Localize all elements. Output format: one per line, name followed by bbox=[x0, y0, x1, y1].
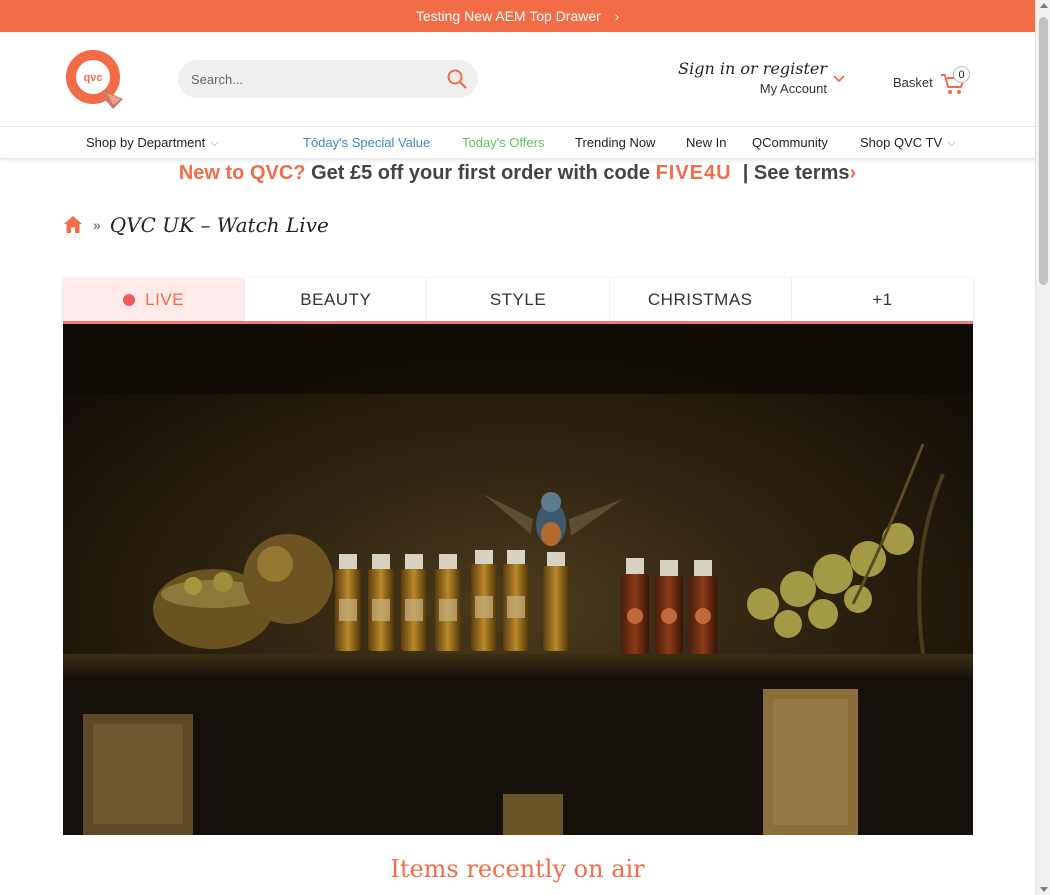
promo-banner[interactable]: New to QVC? Get £5 off your first order … bbox=[0, 162, 1035, 192]
live-video-player[interactable] bbox=[63, 324, 973, 835]
tab-style-label: STYLE bbox=[489, 289, 547, 309]
account-menu[interactable]: Sign in or register My Account bbox=[678, 57, 852, 97]
chevron-down-icon: ⌵ bbox=[947, 137, 956, 149]
items-recently-on-air-heading: Items recently on air bbox=[390, 855, 645, 883]
nav-new-in[interactable]: New In bbox=[686, 135, 726, 150]
scroll-down-icon[interactable] bbox=[1040, 887, 1048, 892]
nav-department-label: Shop by Department bbox=[86, 135, 206, 150]
chevron-down-icon: ⌵ bbox=[210, 137, 219, 149]
promo-new-to-qvc: New to QVC? bbox=[178, 162, 306, 184]
see-terms-link[interactable]: | See terms bbox=[743, 162, 850, 184]
channel-tabs: LIVE BEAUTY STYLE CHRISTMAS +1 bbox=[63, 278, 974, 324]
promo-code: FIVE4U bbox=[655, 162, 732, 184]
basket-count-badge: 0 bbox=[953, 66, 970, 83]
search-box bbox=[178, 60, 478, 98]
scrollbar-thumb[interactable] bbox=[1039, 17, 1048, 285]
main-navigation: Shop by Department ⌵ Tōday's Special Valu… bbox=[0, 126, 1035, 159]
chevron-down-icon[interactable] bbox=[833, 71, 845, 83]
tab-beauty[interactable]: BEAUTY bbox=[245, 278, 428, 321]
top-drawer-banner[interactable]: Testing New AEM Top Drawer › bbox=[0, 0, 1035, 32]
search-input[interactable] bbox=[191, 69, 431, 89]
chevron-right-icon: › bbox=[614, 8, 620, 24]
tab-plus-one[interactable]: +1 bbox=[791, 278, 974, 321]
tab-christmas[interactable]: CHRISTMAS bbox=[609, 278, 792, 321]
nav-shop-by-department[interactable]: Shop by Department ⌵ bbox=[86, 135, 219, 151]
tab-style[interactable]: STYLE bbox=[427, 278, 610, 321]
nav-trending-now[interactable]: Trending Now bbox=[575, 135, 655, 150]
promo-offer-text: Get £5 off your first order with code bbox=[311, 162, 650, 184]
tab-plus-one-label: +1 bbox=[872, 289, 893, 309]
nav-qcommunity[interactable]: QCommunity bbox=[752, 135, 828, 150]
scroll-up-icon[interactable] bbox=[1040, 3, 1048, 8]
breadcrumb-separator: » bbox=[93, 217, 101, 233]
sign-in-link[interactable]: Sign in or register bbox=[678, 59, 827, 78]
page-title: QVC UK – Watch Live bbox=[109, 213, 329, 237]
tab-live[interactable]: LIVE bbox=[63, 278, 246, 321]
home-icon[interactable] bbox=[63, 215, 83, 235]
top-drawer-text: Testing New AEM Top Drawer bbox=[415, 8, 601, 24]
breadcrumb: » QVC UK – Watch Live bbox=[63, 210, 329, 240]
site-header: qvc Sign in or register My Account Baske… bbox=[0, 32, 1035, 126]
chevron-right-icon: › bbox=[849, 162, 857, 184]
basket-label: Basket bbox=[893, 75, 933, 90]
tab-christmas-label: CHRISTMAS bbox=[647, 289, 753, 309]
tab-live-label: LIVE bbox=[145, 289, 185, 309]
nav-todays-offers[interactable]: Today's Offers bbox=[462, 135, 544, 150]
video-frame-image bbox=[63, 324, 973, 835]
nav-shop-tv-label: Shop QVC TV bbox=[860, 135, 943, 150]
search-icon[interactable] bbox=[446, 68, 468, 90]
nav-shop-qvc-tv[interactable]: Shop QVC TV ⌵ bbox=[860, 135, 955, 151]
qvc-logo[interactable]: qvc bbox=[63, 47, 125, 111]
tab-beauty-label: BEAUTY bbox=[300, 289, 372, 309]
live-dot-icon bbox=[123, 293, 136, 306]
page-scrollbar[interactable] bbox=[1035, 0, 1050, 895]
basket-button[interactable]: Basket 0 bbox=[892, 66, 972, 102]
logo-text: qvc bbox=[84, 72, 103, 84]
nav-todays-special-value[interactable]: Tōday's Special Value bbox=[303, 135, 430, 150]
my-account-label[interactable]: My Account bbox=[760, 81, 827, 96]
